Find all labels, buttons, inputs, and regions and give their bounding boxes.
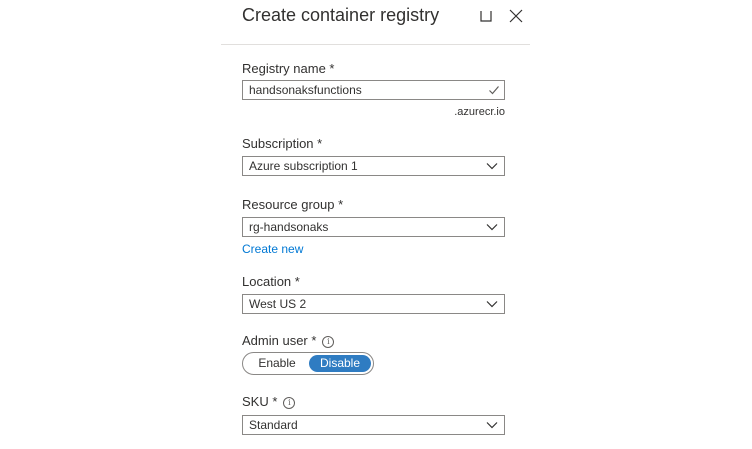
chevron-down-icon	[486, 299, 498, 309]
location-value: West US 2	[249, 297, 307, 311]
blade-header: Create container registry	[221, 0, 530, 45]
create-new-resource-group-link[interactable]: Create new	[242, 242, 303, 256]
chevron-down-icon	[486, 420, 498, 430]
chevron-down-icon	[486, 222, 498, 232]
info-icon[interactable]: i	[322, 336, 335, 348]
subscription-dropdown[interactable]: Azure subscription 1	[242, 156, 505, 176]
maximize-icon[interactable]	[478, 8, 494, 24]
location-label: Location *	[242, 274, 300, 289]
admin-user-label: Admin user * i	[242, 333, 335, 348]
subscription-value: Azure subscription 1	[249, 159, 358, 173]
sku-dropdown[interactable]: Standard	[242, 415, 505, 435]
create-container-registry-blade: Create container registry Registry name …	[221, 0, 530, 449]
subscription-label: Subscription *	[242, 136, 323, 151]
close-icon[interactable]	[508, 8, 524, 24]
admin-user-disable-option[interactable]: Disable	[309, 355, 371, 372]
registry-name-label: Registry name *	[242, 61, 335, 76]
blade-title: Create container registry	[242, 5, 440, 25]
registry-name-input[interactable]: handsonaksfunctions	[242, 80, 505, 100]
sku-value: Standard	[249, 418, 298, 432]
checkmark-icon	[488, 84, 500, 96]
resource-group-value: rg-handsonaks	[249, 220, 329, 234]
sku-label: SKU * i	[242, 394, 296, 409]
admin-user-toggle[interactable]: Enable Disable	[242, 352, 374, 375]
chevron-down-icon	[486, 161, 498, 171]
registry-domain-suffix: .azurecr.io	[454, 106, 505, 118]
resource-group-label: Resource group *	[242, 197, 344, 212]
admin-user-label-text: Admin user *	[242, 333, 317, 348]
registry-name-value: handsonaksfunctions	[249, 83, 362, 97]
admin-user-enable-option[interactable]: Enable	[246, 355, 308, 372]
location-dropdown[interactable]: West US 2	[242, 294, 505, 314]
resource-group-dropdown[interactable]: rg-handsonaks	[242, 217, 505, 237]
info-icon[interactable]: i	[283, 397, 296, 409]
sku-label-text: SKU *	[242, 394, 278, 409]
